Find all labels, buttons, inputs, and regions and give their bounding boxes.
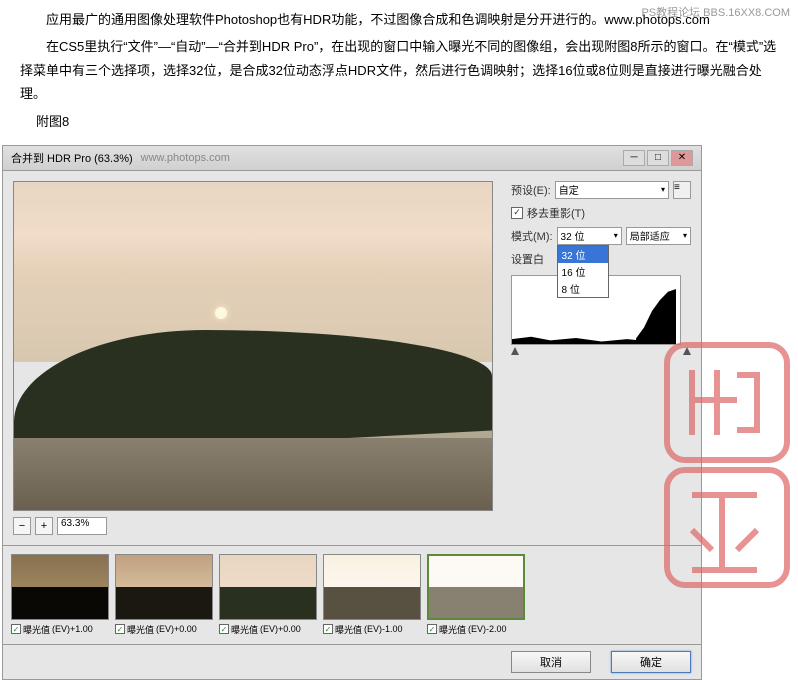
thumbnail-strip: ✓曝光值 (EV)+1.00 ✓曝光值 (EV)+0.00 ✓曝光值 (EV)+… <box>2 546 702 645</box>
local-adapt-select[interactable]: 局部适应▾ <box>626 227 691 245</box>
set-white-label: 设置白 <box>511 251 544 267</box>
mode-label: 模式(M): <box>511 228 553 244</box>
preview-sun <box>215 307 227 319</box>
histogram-shadows <box>512 332 640 344</box>
paragraph-2: 在CS5里执行“文件”—“自动”—“合并到HDR Pro”，在出现的窗口中输入曝… <box>20 35 778 105</box>
thumbnail-4[interactable]: ✓曝光值 (EV)-1.00 <box>323 554 421 636</box>
dialog-title: 合并到 HDR Pro (63.3%) <box>11 150 133 166</box>
thumbnail-5[interactable]: ✓曝光值 (EV)-2.00 <box>427 554 525 636</box>
preset-label: 预设(E): <box>511 182 551 198</box>
zoom-input[interactable]: 63.3% <box>57 517 107 535</box>
thumb-check-icon[interactable]: ✓ <box>427 624 437 634</box>
thumbnail-1[interactable]: ✓曝光值 (EV)+1.00 <box>11 554 109 636</box>
figure-caption: 附图8 <box>36 110 778 133</box>
maximize-button[interactable]: □ <box>647 150 669 166</box>
article-body: 应用最广的通用图像处理软件Photoshop也有HDR功能，不过图像合成和色调映… <box>0 0 798 145</box>
thumbnail-3[interactable]: ✓曝光值 (EV)+0.00 <box>219 554 317 636</box>
title-watermark: www.photops.com <box>141 152 230 164</box>
image-preview[interactable] <box>13 181 493 511</box>
mode-option-32[interactable]: 32 位 <box>558 246 608 263</box>
preset-select[interactable]: 自定▾ <box>555 181 669 199</box>
thumb-check-icon[interactable]: ✓ <box>11 624 21 634</box>
thumb-check-icon[interactable]: ✓ <box>323 624 333 634</box>
minimize-button[interactable]: ─ <box>623 150 645 166</box>
thumb-check-icon[interactable]: ✓ <box>219 624 229 634</box>
mode-option-8[interactable]: 8 位 <box>558 280 608 297</box>
preview-water <box>14 438 492 510</box>
dialog-titlebar[interactable]: 合并到 HDR Pro (63.3%) www.photops.com ─ □ … <box>2 145 702 170</box>
thumbnail-2[interactable]: ✓曝光值 (EV)+0.00 <box>115 554 213 636</box>
histogram-highlights <box>636 289 676 344</box>
thumb-check-icon[interactable]: ✓ <box>115 624 125 634</box>
ok-button[interactable]: 确定 <box>611 651 691 673</box>
zoom-out-button[interactable]: − <box>13 517 31 535</box>
preset-menu-button[interactable]: ≡ <box>673 181 691 199</box>
page-watermark: PS教程论坛 BBS.16XX8.COM <box>641 4 790 20</box>
remove-ghost-label: 移去重影(T) <box>527 205 585 221</box>
mode-select[interactable]: 32 位▾ 32 位 16 位 8 位 <box>557 227 622 245</box>
histogram-marker-left[interactable] <box>511 347 519 355</box>
cancel-button[interactable]: 取消 <box>511 651 591 673</box>
seal-stamp <box>662 340 792 590</box>
mode-dropdown: 32 位 16 位 8 位 <box>557 245 609 298</box>
hdr-pro-dialog: 合并到 HDR Pro (63.3%) www.photops.com ─ □ … <box>2 145 702 680</box>
remove-ghost-checkbox[interactable]: ✓ <box>511 207 523 219</box>
close-button[interactable]: ✕ <box>671 150 693 166</box>
zoom-in-button[interactable]: + <box>35 517 53 535</box>
mode-option-16[interactable]: 16 位 <box>558 263 608 280</box>
